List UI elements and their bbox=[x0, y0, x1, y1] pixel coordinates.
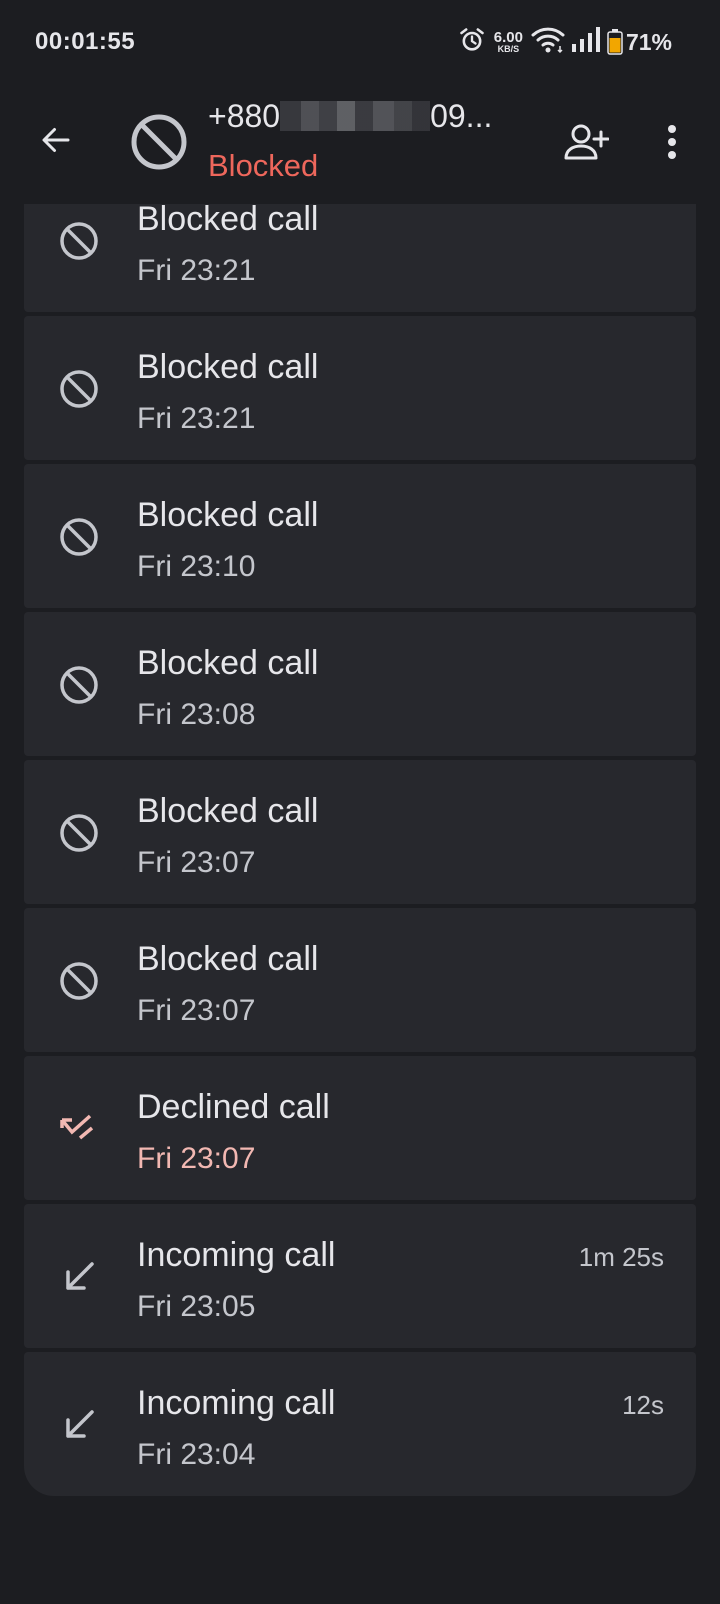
battery-icon bbox=[607, 29, 623, 55]
call-type: Blocked call bbox=[137, 940, 319, 978]
call-type: Blocked call bbox=[137, 792, 319, 830]
call-type: Blocked call bbox=[137, 348, 319, 386]
contact-number: +880 09... bbox=[208, 98, 492, 135]
call-row[interactable]: Blocked call Fri 23:07 bbox=[24, 908, 696, 1052]
call-row[interactable]: Declined call Fri 23:07 bbox=[24, 1056, 696, 1200]
block-icon bbox=[58, 368, 100, 410]
call-row[interactable]: Blocked call Fri 23:21 bbox=[24, 204, 696, 312]
wifi-icon bbox=[531, 26, 565, 59]
block-icon bbox=[58, 960, 100, 1002]
block-status: Blocked bbox=[208, 148, 319, 183]
call-duration: 1m 25s bbox=[578, 1242, 664, 1272]
more-vert-icon bbox=[668, 125, 676, 159]
add-contact-button[interactable] bbox=[560, 116, 612, 168]
status-bar: 00:01:55 6.00 KB/S 71% bbox=[0, 0, 720, 84]
battery: 71% bbox=[607, 29, 672, 56]
block-icon bbox=[58, 516, 100, 558]
call-history-items: Blocked call Fri 23:21 Blocked call Fri … bbox=[24, 204, 696, 1500]
call-time: Fri 23:21 bbox=[137, 402, 256, 435]
call-row[interactable]: Blocked call Fri 23:07 bbox=[24, 760, 696, 904]
call-time: Fri 23:10 bbox=[137, 550, 256, 583]
declined-call-icon bbox=[58, 1108, 100, 1150]
block-icon bbox=[58, 812, 100, 854]
incoming-call-icon bbox=[58, 1404, 100, 1446]
call-time: Fri 23:08 bbox=[137, 698, 256, 731]
number-suffix: 09... bbox=[430, 98, 493, 134]
call-type: Incoming call bbox=[137, 1236, 336, 1274]
number-prefix: +880 bbox=[208, 98, 281, 134]
call-row[interactable]: Blocked call Fri 23:21 bbox=[24, 316, 696, 460]
more-options-button[interactable] bbox=[646, 116, 698, 168]
call-row[interactable]: Blocked call Fri 23:08 bbox=[24, 612, 696, 756]
call-time: Fri 23:07 bbox=[137, 994, 256, 1027]
call-time: Fri 23:05 bbox=[137, 1290, 256, 1323]
call-type: Blocked call bbox=[137, 204, 319, 238]
incoming-call-icon bbox=[58, 1256, 100, 1298]
redacted-digits bbox=[280, 101, 431, 131]
call-type: Blocked call bbox=[137, 644, 319, 682]
add-person-icon bbox=[564, 124, 609, 160]
status-time: 00:01:55 bbox=[35, 28, 136, 55]
call-duration: 12s bbox=[622, 1390, 664, 1420]
call-history-list[interactable]: Blocked call Fri 23:21 Blocked call Fri … bbox=[24, 204, 696, 1504]
block-icon bbox=[131, 114, 187, 170]
net-speed-unit: KB/S bbox=[497, 44, 520, 54]
call-time: Fri 23:04 bbox=[137, 1438, 256, 1471]
block-icon bbox=[58, 220, 100, 262]
blocked-avatar bbox=[130, 113, 188, 171]
signal-icon bbox=[571, 26, 601, 58]
call-type: Blocked call bbox=[137, 496, 319, 534]
call-row[interactable]: Incoming call Fri 23:05 1m 25s bbox=[24, 1204, 696, 1348]
net-speed-value: 6.00 bbox=[493, 29, 523, 46]
net-speed: 6.00 KB/S bbox=[494, 30, 523, 54]
back-arrow-icon bbox=[42, 128, 70, 152]
call-type: Declined call bbox=[137, 1088, 330, 1126]
battery-percent: 71% bbox=[625, 28, 672, 55]
status-icons: 6.00 KB/S 71% bbox=[458, 26, 672, 59]
call-type: Incoming call bbox=[137, 1384, 336, 1422]
call-time: Fri 23:07 bbox=[137, 1142, 256, 1175]
call-row[interactable]: Blocked call Fri 23:10 bbox=[24, 464, 696, 608]
back-button[interactable] bbox=[30, 114, 82, 166]
block-icon bbox=[58, 664, 100, 706]
alarm-icon bbox=[458, 26, 486, 59]
call-row[interactable]: Incoming call Fri 23:04 12s bbox=[24, 1352, 696, 1496]
call-time: Fri 23:07 bbox=[137, 846, 256, 879]
call-time: Fri 23:21 bbox=[137, 254, 256, 287]
app-bar: +880 09... Blocked bbox=[0, 84, 720, 204]
